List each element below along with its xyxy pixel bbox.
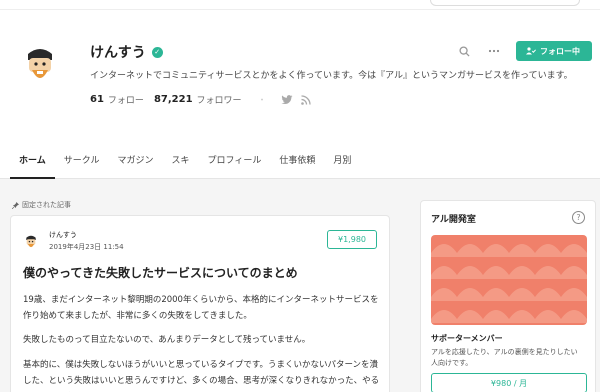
avatar[interactable] <box>20 42 60 88</box>
profile-name: けんすう ✓ <box>90 42 163 62</box>
tab-monthly[interactable]: 月別 <box>324 141 360 178</box>
tab-likes[interactable]: スキ <box>162 141 198 178</box>
stats-separator: ・ <box>257 96 267 106</box>
followers-label[interactable]: フォロワー <box>197 93 242 106</box>
profile-bio: インターネットでコミュニティサービスとかをよく作っています。今は『アル』というマ… <box>90 71 573 81</box>
profile-tabs: ホーム サークル マガジン スキ プロフィール 仕事依頼 月別 <box>0 141 600 179</box>
tab-home[interactable]: ホーム <box>10 141 55 179</box>
search-bar[interactable] <box>430 0 580 6</box>
followers-count[interactable]: 87,221 <box>154 94 193 105</box>
article-author[interactable]: けんすう <box>49 230 77 240</box>
pin-icon <box>12 201 19 209</box>
search-icon[interactable] <box>456 43 472 59</box>
following-count[interactable]: 61 <box>90 94 104 105</box>
follow-button-label: フォロー中 <box>540 46 580 56</box>
circle-title[interactable]: アル開発室 <box>431 212 476 225</box>
profile-actions: フォロー中 <box>456 41 592 61</box>
plan-name: サポーターメンバー <box>431 334 503 343</box>
author-avatar[interactable] <box>23 233 39 251</box>
tab-magazine[interactable]: マガジン <box>108 141 162 178</box>
twitter-icon[interactable] <box>281 94 293 105</box>
profile-header: けんすう ✓ インターネットでコミュニティサービスとかをよく作っています。今は『… <box>0 10 600 141</box>
article-price-badge[interactable]: ¥1,980 <box>327 230 377 249</box>
pinned-label-text: 固定された記事 <box>22 201 71 209</box>
article-title[interactable]: 僕のやってきた失敗したサービスについてのまとめ <box>23 264 298 281</box>
article-paragraph: 失敗したものって目立たないので、あんまりデータとして残っていません。 <box>23 335 311 345</box>
profile-stats: 61 フォロー 87,221 フォロワー ・ <box>90 93 311 106</box>
rss-icon[interactable] <box>300 94 311 105</box>
circle-banner-image <box>431 235 587 325</box>
plan-description: アルを応援したり、アルの裏側を見たりしたい人向けです。 <box>431 348 578 367</box>
follow-button[interactable]: フォロー中 <box>516 41 592 61</box>
tab-profile[interactable]: プロフィール <box>199 141 271 178</box>
verified-icon: ✓ <box>151 46 163 58</box>
article-paragraph: 19歳、まだインターネット黎明期の2000年くらいから、本格的にインターネットサ… <box>23 295 379 321</box>
plan-subscribe-button[interactable]: ¥980 / 月 <box>431 373 587 392</box>
tab-work-request[interactable]: 仕事依頼 <box>270 141 324 178</box>
top-navigation-bar <box>0 0 600 10</box>
more-icon[interactable] <box>486 43 502 59</box>
following-label[interactable]: フォロー <box>108 93 144 106</box>
help-icon[interactable]: ? <box>572 211 585 224</box>
circle-sidebar-card: アル開発室 ? サポーターメンバー アルを応援したり、アルの裏側を見たりしたい人… <box>420 200 596 392</box>
pinned-label: 固定された記事 <box>12 200 71 210</box>
article-paragraph: 基本的に、僕は失敗しないほうがいいと思っているタイプです。うまくいかないパターン… <box>23 360 380 386</box>
article-date: 2019年4月23日 11:54 <box>49 243 124 251</box>
user-check-icon <box>526 47 536 55</box>
tab-circle[interactable]: サークル <box>55 141 109 178</box>
profile-name-text: けんすう <box>90 45 146 61</box>
pinned-article-card[interactable]: けんすう 2019年4月23日 11:54 ¥1,980 僕のやってきた失敗した… <box>10 215 390 392</box>
